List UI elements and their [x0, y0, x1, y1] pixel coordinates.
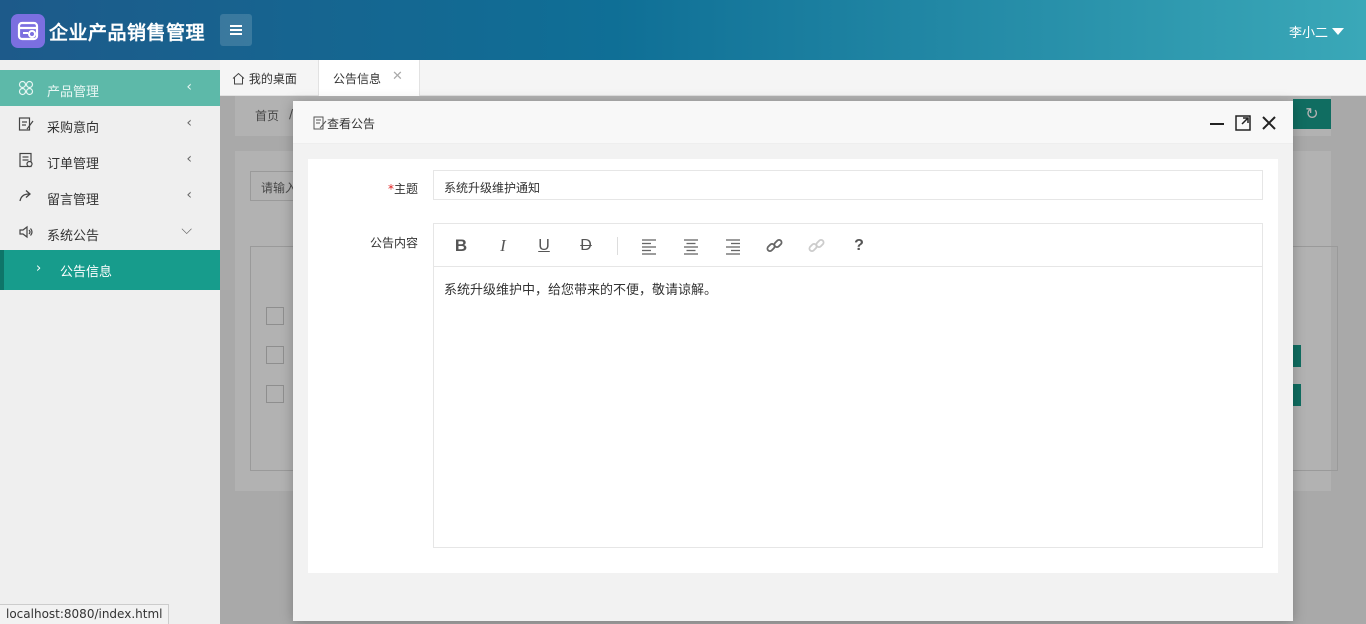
- tab-home[interactable]: 我的桌面: [232, 60, 297, 97]
- hamburger-icon: [230, 25, 242, 27]
- status-url: localhost:8080/index.html: [0, 604, 170, 624]
- rich-text-editor[interactable]: B I U D ? 系统升级维护中，给您带来的不便，敬请谅解。: [433, 223, 1263, 548]
- sidebar-subitem-announcement-info[interactable]: › 公告信息: [0, 250, 220, 290]
- sidebar-item-label: 采购意向: [47, 121, 100, 136]
- sidebar-subitem-label: 公告信息: [60, 265, 113, 280]
- menu-toggle-button[interactable]: [220, 14, 252, 46]
- chevron-right-icon: ›: [36, 261, 42, 276]
- align-right-icon[interactable]: [723, 237, 743, 255]
- tab-bar: 我的桌面 公告信息 ✕: [220, 60, 1366, 97]
- chevron-left-icon: ‹: [186, 151, 192, 167]
- content-label: 公告内容: [369, 236, 418, 250]
- sidebar-item-announcements[interactable]: 系统公告 ⌵: [0, 214, 220, 250]
- sidebar-item-label: 订单管理: [47, 157, 100, 172]
- maximize-icon[interactable]: [1233, 113, 1253, 133]
- subject-field[interactable]: 系统升级维护通知: [433, 170, 1263, 200]
- chevron-left-icon: ‹: [186, 187, 192, 203]
- grid-icon: [18, 80, 34, 96]
- underline-icon[interactable]: U: [534, 237, 554, 255]
- edit-icon: [18, 117, 34, 131]
- align-left-icon[interactable]: [639, 237, 659, 255]
- order-icon: [19, 152, 33, 168]
- dialog-title: 查看公告: [313, 115, 375, 132]
- close-icon[interactable]: [1259, 113, 1279, 133]
- user-name: 李小二: [1288, 26, 1328, 41]
- dialog-body: *主题 系统升级维护通知 公告内容 B I U D ? 系统升级维护中，给您带来…: [308, 159, 1278, 573]
- editor-toolbar: B I U D ?: [434, 224, 1262, 267]
- toolbar-divider: [617, 237, 618, 255]
- top-header: 企业产品销售管理 李小二: [0, 0, 1366, 60]
- strikethrough-icon[interactable]: D: [576, 237, 596, 255]
- close-icon[interactable]: ✕: [392, 69, 403, 84]
- editor-content[interactable]: 系统升级维护中，给您带来的不便，敬请谅解。: [444, 279, 717, 298]
- dialog-header: 查看公告: [293, 101, 1293, 144]
- dialog-title-text: 查看公告: [327, 117, 376, 131]
- tab-home-label: 我的桌面: [248, 72, 297, 86]
- sidebar-item-purchase[interactable]: 采购意向 ‹: [0, 106, 220, 142]
- sidebar: 产品管理 ‹ 采购意向 ‹ 订单管理 ‹ 留言管理 ‹ 系统公告 ⌵ › 公告信…: [0, 60, 220, 624]
- app-logo-icon: [11, 14, 45, 48]
- view-announcement-dialog: 查看公告 *主题 系统升级维护通知 公告内容 B I U D ? 系统升级维护中…: [293, 101, 1293, 621]
- edit-doc-icon: [313, 116, 327, 130]
- speaker-icon: [19, 225, 33, 239]
- sidebar-item-orders[interactable]: 订单管理 ‹: [0, 142, 220, 178]
- italic-icon[interactable]: I: [493, 237, 513, 255]
- caret-down-icon: [1332, 28, 1344, 35]
- unlink-icon[interactable]: [807, 237, 827, 255]
- sidebar-item-label: 留言管理: [47, 193, 100, 208]
- tab-announcement-info[interactable]: 公告信息 ✕: [318, 60, 420, 97]
- chevron-left-icon: ‹: [186, 115, 192, 131]
- app-title: 企业产品销售管理: [49, 22, 206, 44]
- subject-label: *主题: [387, 182, 418, 196]
- user-menu[interactable]: 李小二: [1289, 22, 1344, 41]
- minimize-icon[interactable]: [1207, 113, 1227, 133]
- tab-current-label: 公告信息: [333, 72, 382, 86]
- help-icon[interactable]: ?: [849, 237, 869, 255]
- sidebar-item-label: 系统公告: [47, 229, 100, 244]
- bold-icon[interactable]: B: [451, 237, 471, 255]
- chevron-down-icon: ⌵: [181, 222, 192, 238]
- sidebar-item-label: 产品管理: [47, 85, 100, 100]
- align-center-icon[interactable]: [681, 237, 701, 255]
- chevron-left-icon: ‹: [186, 79, 192, 95]
- share-icon: [19, 190, 31, 202]
- sidebar-item-messages[interactable]: 留言管理 ‹: [0, 178, 220, 214]
- sidebar-item-products[interactable]: 产品管理 ‹: [0, 70, 220, 106]
- link-icon[interactable]: [765, 237, 785, 255]
- home-icon: [232, 72, 245, 85]
- subject-value: 系统升级维护通知: [444, 181, 541, 195]
